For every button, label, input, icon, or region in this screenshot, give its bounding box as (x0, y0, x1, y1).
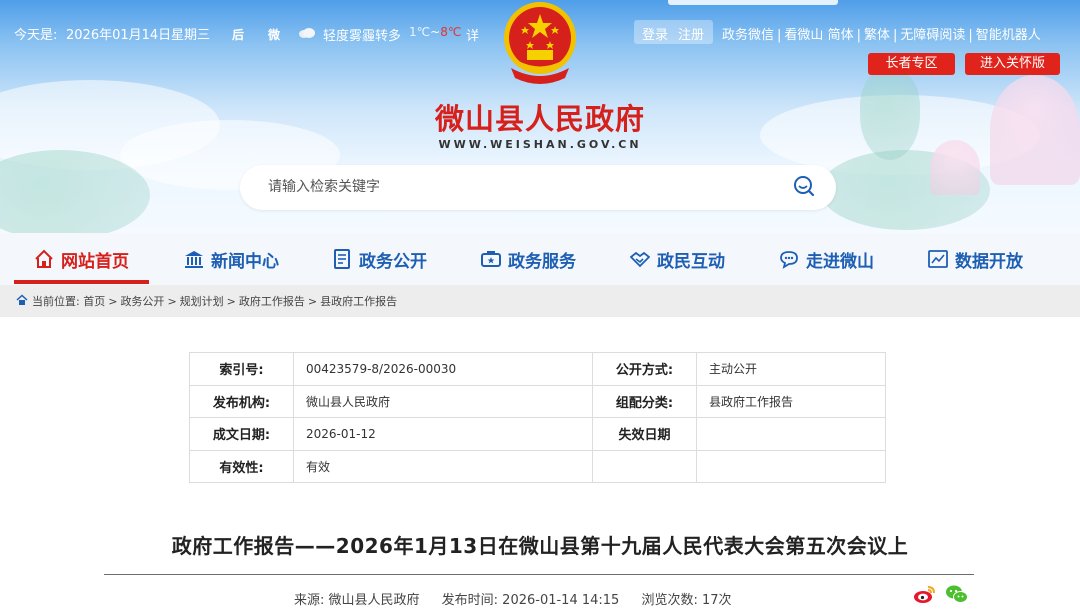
date-label: 今天是: (14, 28, 58, 43)
temperature: 1℃~8℃ (409, 25, 461, 39)
info-key: 发布机构: (189, 384, 294, 418)
info-value: 00423579-8/2026-00030 (293, 352, 593, 386)
location-home-icon (16, 294, 28, 305)
nav-interaction[interactable]: 政民互动 (630, 233, 725, 285)
article-title: 政府工作报告——2026年1月13日在微山县第十九届人民代表大会第五次会议上 (171, 534, 909, 558)
info-key: 成文日期: (189, 417, 294, 451)
breadcrumb-item[interactable]: 县政府工作报告 (320, 295, 397, 308)
nav-news[interactable]: 新闻中心 (184, 233, 279, 285)
info-key: 有效性: (189, 449, 294, 483)
nav-home[interactable]: 网站首页 (34, 233, 129, 285)
info-value (696, 417, 886, 451)
info-key: 公开方式: (592, 352, 697, 386)
temp-low: 1℃ (409, 25, 431, 39)
nav-active-indicator (14, 280, 149, 284)
breadcrumb-trail: 当前位置: 首页 > 政务公开 > 规划计划 > 政府工作报告 > 县政府工作报告 (32, 295, 398, 308)
breadcrumb-item[interactable]: 规划计划 (180, 295, 224, 308)
nav-gov-service-label: 政务服务 (508, 251, 576, 272)
breadcrumb-item[interactable]: 政务公开 (120, 295, 164, 308)
nav-open-data-label: 数据开放 (955, 251, 1023, 272)
article-publish-time: 发布时间: 2026-01-14 14:15 (441, 593, 620, 608)
breadcrumb-item[interactable]: 政府工作报告 (239, 295, 305, 308)
header-banner: 今天是: 2026年01月14日 星期三 后 微 轻度雾霾转多 1℃~8℃ 详 … (0, 0, 1080, 233)
title-divider (104, 574, 974, 575)
top-link-wechat[interactable]: 政务微信 (722, 28, 774, 43)
nav-interaction-label: 政民互动 (657, 251, 725, 272)
info-value (696, 449, 886, 483)
breadcrumb-item[interactable]: 首页 (83, 295, 105, 308)
article-meta: 来源: 微山县人民政府 发布时间: 2026-01-14 14:15 浏览次数:… (294, 589, 750, 608)
elder-zone-button[interactable]: 长者专区 (868, 53, 955, 75)
document-icon (334, 249, 350, 269)
nav-home-label: 网站首页 (61, 251, 129, 272)
header-top-strip (668, 0, 838, 5)
info-key: 组配分类: (592, 384, 697, 418)
location-char-1: 后 (232, 28, 245, 42)
location-char-2: 微 (268, 28, 281, 42)
breadcrumb: 当前位置: 首页 > 政务公开 > 规划计划 > 政府工作报告 > 县政府工作报告 (0, 285, 1080, 317)
home-icon (35, 249, 53, 268)
weather-cloud-icon (299, 28, 315, 38)
top-link-accessible[interactable]: 无障碍阅读 (900, 28, 965, 43)
data-icon (928, 250, 948, 268)
top-link-watch[interactable]: 看微山 (784, 28, 823, 43)
search-box (240, 165, 836, 210)
current-date: 2026年01月14日 (66, 28, 172, 43)
login-link[interactable]: 登录 (642, 24, 668, 43)
handshake-icon (630, 251, 650, 268)
info-value: 2026-01-12 (293, 417, 593, 451)
nav-open-data[interactable]: 数据开放 (928, 233, 1023, 285)
nav-gov-service[interactable]: 政务服务 (481, 233, 576, 285)
service-icon (481, 251, 501, 267)
info-value: 主动公开 (696, 352, 886, 386)
top-link-robot[interactable]: 智能机器人 (976, 28, 1041, 43)
info-key (592, 449, 697, 483)
search-input[interactable] (268, 175, 768, 199)
wechat-share-icon[interactable] (945, 582, 969, 606)
table-row: 成文日期: 2026-01-12 失效日期 (189, 417, 886, 451)
chat-icon (780, 251, 798, 269)
national-emblem-icon (504, 2, 576, 84)
nav-about-weishan-label: 走进微山 (806, 251, 874, 272)
nav-about-weishan[interactable]: 走进微山 (779, 233, 874, 285)
article-source: 来源: 微山县人民政府 (294, 593, 420, 608)
info-value: 县政府工作报告 (696, 384, 886, 418)
main-nav: 网站首页 新闻中心 政务公开 政务服务 政民互动 走进微山 数据开放 (0, 233, 1080, 285)
register-link[interactable]: 注册 (678, 24, 704, 43)
nav-news-label: 新闻中心 (211, 251, 279, 272)
care-edition-button[interactable]: 进入关怀版 (965, 53, 1060, 75)
search-icon[interactable] (793, 175, 815, 197)
login-register-box: 登录 注册 (634, 20, 713, 44)
info-key: 索引号: (189, 352, 294, 386)
nav-gov-affairs-label: 政务公开 (359, 251, 427, 272)
table-row: 发布机构: 微山县人民政府 组配分类: 县政府工作报告 (189, 384, 886, 418)
weather-text: 轻度雾霾转多 (323, 29, 402, 44)
info-value: 微山县人民政府 (293, 384, 593, 418)
breadcrumb-prefix: 当前位置: (32, 295, 80, 308)
info-key: 失效日期 (592, 417, 697, 451)
top-links: 政务微信 | 看微山 简体 | 繁体 | 无障碍阅读 | 智能机器人 (722, 28, 1041, 43)
nav-gov-affairs[interactable]: 政务公开 (332, 233, 427, 285)
temp-separator: ~ (430, 25, 441, 39)
weekday: 星期三 (171, 28, 211, 43)
table-row: 有效性: 有效 (189, 449, 886, 483)
site-title: 微山县人民政府 (434, 102, 645, 136)
top-link-simplified[interactable]: 简体 (828, 28, 854, 43)
article-views: 浏览次数: 17次 (641, 593, 732, 608)
weather-detail-link[interactable]: 详 (466, 25, 479, 44)
table-row: 索引号: 00423579-8/2026-00030 公开方式: 主动公开 (189, 352, 886, 386)
top-link-traditional[interactable]: 繁体 (864, 28, 890, 43)
info-value: 有效 (293, 449, 593, 483)
temp-high: 8℃ (440, 25, 462, 39)
document-info-table: 索引号: 00423579-8/2026-00030 公开方式: 主动公开 发布… (189, 352, 886, 483)
building-icon (185, 251, 203, 268)
weibo-share-icon[interactable] (913, 582, 937, 606)
site-domain: WWW.WEISHAN.GOV.CN (438, 138, 642, 151)
